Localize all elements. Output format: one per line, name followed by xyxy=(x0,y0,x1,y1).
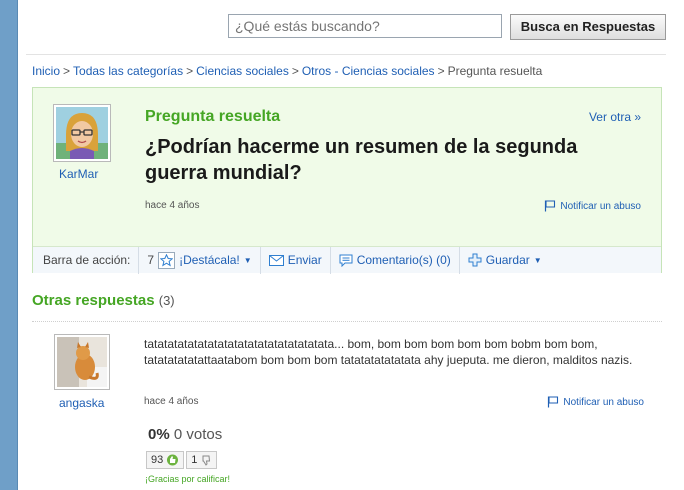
vote-count: 0 votos xyxy=(173,426,223,443)
answerer-avatar[interactable] xyxy=(54,334,110,390)
highlight-label: ¡Destácala! xyxy=(179,253,240,267)
avatar-image xyxy=(57,337,107,387)
search-button[interactable]: Busca en Respuestas xyxy=(510,14,666,40)
send-label: Enviar xyxy=(287,253,322,267)
highlight-button[interactable]: 7 ¡Destácala! ▼ xyxy=(139,246,261,274)
thumbs-up-icon xyxy=(167,454,179,466)
asker-name[interactable]: KarMar xyxy=(59,167,98,181)
breadcrumb-current: Pregunta resuelta xyxy=(447,64,543,78)
left-edge-bar xyxy=(0,0,18,490)
thumbs-down-icon xyxy=(202,455,211,466)
comments-button[interactable]: Comentario(s) (0) xyxy=(331,246,460,274)
comment-icon xyxy=(339,254,353,267)
save-label: Guardar xyxy=(485,253,530,267)
breadcrumb-separator: > xyxy=(291,64,299,78)
flag-icon xyxy=(545,200,556,212)
see-other-link[interactable]: Ver otra » xyxy=(589,110,641,124)
report-abuse-label: Notificar un abuso xyxy=(560,200,641,212)
flag-icon xyxy=(548,396,559,408)
action-bar-label: Barra de acción: xyxy=(33,246,140,274)
thumbs-down-button[interactable]: 1 xyxy=(186,451,218,469)
breadcrumb-separator: > xyxy=(186,64,194,78)
other-answers-title: Otras respuestas xyxy=(32,292,155,309)
caret-down-icon: ▼ xyxy=(533,255,542,265)
question-title: ¿Podrían hacerme un resumen de la segund… xyxy=(145,136,578,184)
caret-down-icon: ▼ xyxy=(243,255,252,265)
avatar-image xyxy=(56,107,108,159)
divider xyxy=(26,54,666,55)
question-status: Pregunta resuelta xyxy=(145,108,281,125)
other-answers-heading: Otras respuestas (3) xyxy=(32,292,175,309)
comments-label: Comentario(s) (0) xyxy=(356,253,451,267)
send-button[interactable]: Enviar xyxy=(261,246,331,274)
answerer-name[interactable]: angaska xyxy=(59,396,104,410)
star-count: 7 xyxy=(147,253,155,267)
report-abuse-link[interactable]: Notificar un abuso xyxy=(544,200,641,212)
asker-avatar[interactable] xyxy=(53,104,111,162)
rating-thanks-message: ¡Gracias por calificar! xyxy=(145,474,231,484)
thumbs-up-button[interactable]: 93 xyxy=(146,451,185,469)
action-bar: Barra de acción: 7 ¡Destácala! ▼ Enviar … xyxy=(33,246,661,274)
search-area: Busca en Respuestas xyxy=(228,14,668,42)
rating-percent: 0% xyxy=(148,426,170,443)
search-input[interactable] xyxy=(228,14,502,38)
answer-report-abuse-link[interactable]: Notificar un abuso xyxy=(547,396,644,408)
answer-text: tatatatatatatatatatatatatatatatatatata..… xyxy=(144,337,633,367)
report-abuse-label: Notificar un abuso xyxy=(563,396,644,408)
breadcrumb: Inicio > Todas las categorías > Ciencias soc… xyxy=(32,64,542,78)
divider xyxy=(32,321,662,322)
breadcrumb-all-categories[interactable]: Todas las categorías xyxy=(73,64,183,78)
answer-rating: 0% 0 votos xyxy=(148,426,222,443)
thumbs-up-count: 93 xyxy=(151,454,164,466)
save-button[interactable]: Guardar ▼ xyxy=(460,247,550,274)
breadcrumb-other-social-sciences[interactable]: Otros - Ciencias sociales xyxy=(302,64,435,78)
breadcrumb-home[interactable]: Inicio xyxy=(32,64,60,78)
envelope-icon xyxy=(268,254,284,266)
star-icon xyxy=(158,251,176,269)
question-panel: KarMar Pregunta resuelta Ver otra » ¿Pod… xyxy=(32,87,662,274)
breadcrumb-separator: > xyxy=(63,64,71,78)
other-answers-count: (3) xyxy=(158,293,175,308)
plus-icon xyxy=(468,253,482,267)
rating-buttons: 93 1 xyxy=(146,451,218,469)
breadcrumb-social-sciences[interactable]: Ciencias sociales xyxy=(196,64,289,78)
breadcrumb-separator: > xyxy=(437,64,445,78)
thumbs-down-count: 1 xyxy=(191,454,198,466)
answer-time: hace 4 años xyxy=(144,396,199,407)
question-time: hace 4 años xyxy=(145,200,200,211)
